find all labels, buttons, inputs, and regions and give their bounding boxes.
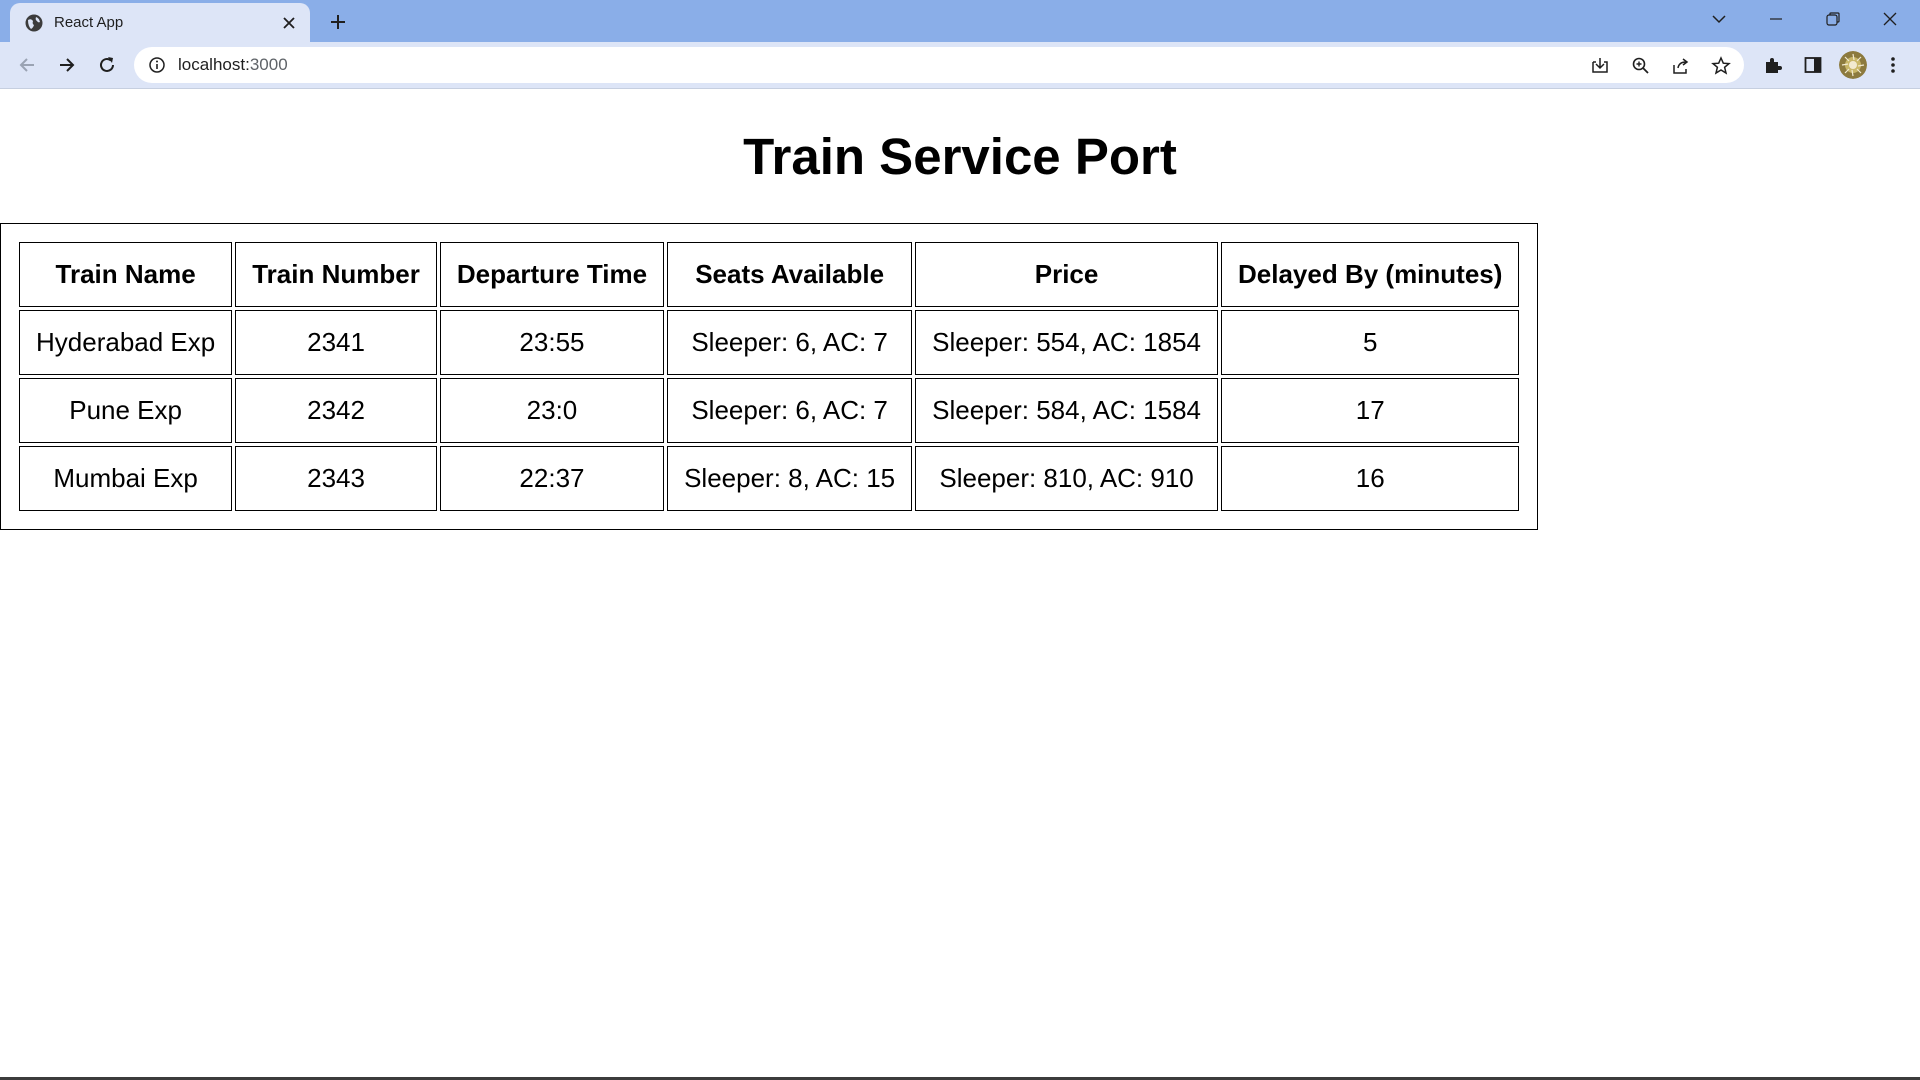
restore-button[interactable]	[1805, 0, 1861, 38]
info-icon[interactable]	[148, 56, 166, 74]
cell-train-name: Hyderabad Exp	[19, 310, 233, 375]
table-row: Mumbai Exp 2343 22:37 Sleeper: 8, AC: 15…	[19, 446, 1520, 511]
table-header-row: Train Name Train Number Departure Time S…	[19, 242, 1520, 307]
close-icon[interactable]	[278, 12, 300, 34]
browser-titlebar: React App	[0, 0, 1920, 42]
column-header-departure-time: Departure Time	[439, 242, 665, 307]
cell-departure-time: 23:55	[439, 310, 665, 375]
tab-search-button[interactable]	[1691, 0, 1747, 38]
new-tab-button[interactable]	[324, 8, 352, 36]
column-header-price: Price	[915, 242, 1218, 307]
cell-price: Sleeper: 554, AC: 1854	[915, 310, 1218, 375]
table-row: Pune Exp 2342 23:0 Sleeper: 6, AC: 7 Sle…	[19, 378, 1520, 443]
column-header-train-name: Train Name	[19, 242, 233, 307]
star-icon[interactable]	[1709, 54, 1733, 78]
column-header-train-number: Train Number	[235, 242, 437, 307]
cell-delayed-by: 17	[1221, 378, 1520, 443]
cell-train-name: Pune Exp	[19, 378, 233, 443]
cell-train-number: 2343	[235, 446, 437, 511]
reload-button[interactable]	[91, 49, 123, 81]
cell-delayed-by: 16	[1221, 446, 1520, 511]
back-button[interactable]	[11, 49, 43, 81]
page-title: Train Service Port	[743, 128, 1177, 185]
column-header-seats-available: Seats Available	[667, 242, 913, 307]
restore-icon	[1826, 12, 1840, 26]
kebab-menu-icon[interactable]	[1881, 53, 1905, 77]
tab-react-app[interactable]: React App	[10, 3, 310, 42]
avatar[interactable]	[1839, 51, 1867, 79]
train-table: Train Name Train Number Departure Time S…	[0, 223, 1539, 530]
url-port: 3000	[249, 55, 288, 74]
back-arrow-icon	[19, 58, 34, 72]
window-close-button[interactable]	[1862, 0, 1918, 38]
minimize-icon	[1770, 18, 1782, 20]
globe-icon	[24, 13, 44, 33]
cell-train-name: Mumbai Exp	[19, 446, 233, 511]
cell-train-number: 2342	[235, 378, 437, 443]
cell-train-number: 2341	[235, 310, 437, 375]
cell-price: Sleeper: 810, AC: 910	[915, 446, 1218, 511]
browser-toolbar: localhost:3000	[0, 42, 1920, 89]
plus-icon	[331, 15, 345, 29]
cell-seats-available: Sleeper: 8, AC: 15	[667, 446, 913, 511]
url-host: localhost:	[178, 55, 250, 74]
table-row: Hyderabad Exp 2341 23:55 Sleeper: 6, AC:…	[19, 310, 1520, 375]
share-icon[interactable]	[1669, 54, 1693, 78]
train-table-container: Train Name Train Number Departure Time S…	[0, 223, 1539, 530]
forward-button[interactable]	[51, 49, 83, 81]
chevron-down-icon	[1712, 15, 1726, 24]
side-panel-icon[interactable]	[1801, 53, 1825, 77]
close-icon	[1883, 12, 1897, 26]
address-bar[interactable]: localhost:3000	[134, 47, 1744, 83]
minimize-button[interactable]	[1748, 0, 1804, 38]
cell-delayed-by: 5	[1221, 310, 1520, 375]
column-header-delayed-by: Delayed By (minutes)	[1221, 242, 1520, 307]
cell-price: Sleeper: 584, AC: 1584	[915, 378, 1218, 443]
cell-departure-time: 22:37	[439, 446, 665, 511]
tab-title: React App	[54, 14, 124, 31]
zoom-icon[interactable]	[1629, 54, 1653, 78]
puzzle-icon[interactable]	[1761, 53, 1785, 77]
forward-arrow-icon	[60, 58, 75, 72]
reload-icon	[100, 57, 114, 72]
install-icon[interactable]	[1588, 54, 1612, 78]
cell-departure-time: 23:0	[439, 378, 665, 443]
cell-seats-available: Sleeper: 6, AC: 7	[667, 310, 913, 375]
url-text[interactable]: localhost:3000	[178, 55, 288, 75]
cell-seats-available: Sleeper: 6, AC: 7	[667, 378, 913, 443]
